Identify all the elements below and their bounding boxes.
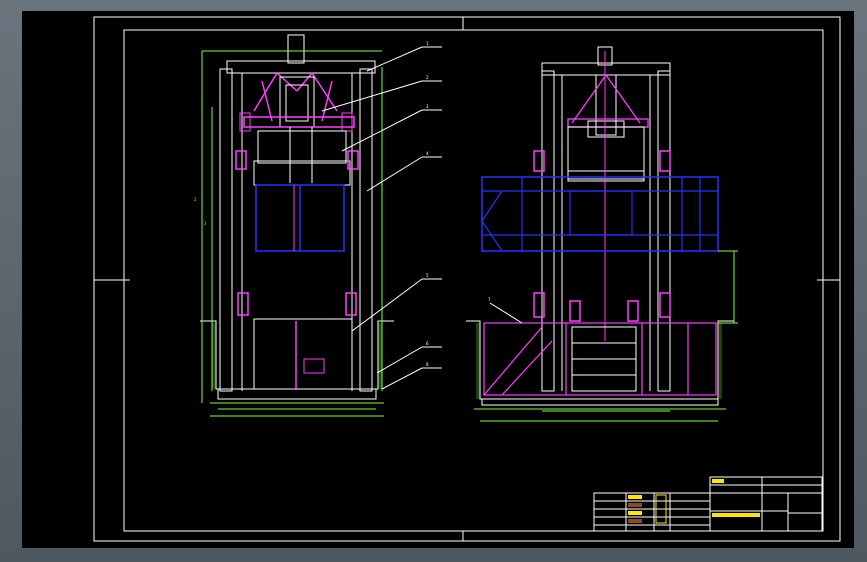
left-pit-box [303, 358, 325, 374]
left-crossbar [243, 116, 355, 128]
right-pit-fill-b [718, 323, 722, 399]
leader-line-8 [381, 367, 423, 390]
right-column-b [657, 70, 671, 392]
left-pit-fill-a [212, 323, 216, 389]
left-view: 2 3 1 2 3 4 5 6 8 [194, 34, 442, 417]
title-block-mark-2 [628, 503, 642, 507]
right-lower-bracket-d [659, 292, 671, 318]
right-column-a [541, 70, 555, 392]
title-block [593, 476, 823, 532]
left-arm-b [296, 71, 338, 112]
right-sling-a [571, 73, 641, 124]
right-platform-ladder [569, 190, 633, 236]
cad-drawing: 2 3 1 2 3 4 5 6 8 7 [93, 16, 841, 542]
leader-label-6: 6 [426, 341, 429, 346]
left-column-a [219, 68, 233, 392]
leader-label-3: 3 [426, 104, 429, 109]
left-arm-a [253, 71, 298, 112]
leader-line-6 [376, 346, 423, 374]
left-top-cap [287, 34, 305, 64]
right-crossbar [567, 118, 649, 128]
right-lower-bracket-b [569, 300, 581, 322]
leader-label-5: 5 [426, 273, 429, 278]
left-arm-c [261, 80, 273, 122]
left-lower-bracket-a [237, 292, 249, 316]
left-crossbar-end-b [341, 112, 353, 132]
title-block-mark-7 [712, 513, 760, 517]
leader-line-4 [366, 156, 423, 192]
right-view: 7 [466, 46, 738, 422]
right-lower-bracket-c [627, 300, 639, 322]
dim-label-overall: 2 [194, 197, 197, 202]
left-pit-wall [200, 320, 394, 390]
leader-line-7 [489, 302, 523, 324]
left-bracket-a [235, 150, 247, 170]
sheet-outer-border [93, 16, 841, 542]
left-column-b [359, 68, 373, 392]
right-pit-fill-a [476, 323, 480, 399]
leader-label-8: 8 [426, 362, 429, 367]
left-pit-fill-b [378, 323, 382, 389]
left-pit-frame [253, 318, 353, 390]
dim-label-frame: 3 [204, 221, 207, 226]
cad-viewport[interactable]: 2 3 1 2 3 4 5 6 8 7 [22, 11, 854, 548]
title-block-mark-1 [628, 495, 642, 499]
title-block-mark-4 [628, 519, 642, 523]
title-block-mark-6 [712, 479, 724, 483]
right-base [481, 398, 719, 406]
leader-label-7: 7 [488, 297, 491, 302]
viewer-window: 2 3 1 2 3 4 5 6 8 7 [0, 0, 867, 562]
left-carriage-rail [257, 130, 347, 164]
title-block-mark-3 [628, 511, 642, 515]
leader-label-4: 4 [426, 151, 429, 156]
leader-label-1: 1 [426, 41, 429, 46]
right-platform-brace-a [481, 190, 503, 222]
left-carriage [253, 160, 351, 186]
sheet-inner-border [123, 29, 824, 532]
right-platform-brace-b [481, 220, 503, 252]
right-pit-brace-b [501, 340, 553, 396]
leader-label-2: 2 [426, 75, 429, 80]
left-lower-bracket-b [345, 292, 357, 316]
leader-line-5 [351, 278, 423, 332]
right-pit-wall [466, 320, 734, 400]
right-bracket-b [659, 150, 671, 172]
